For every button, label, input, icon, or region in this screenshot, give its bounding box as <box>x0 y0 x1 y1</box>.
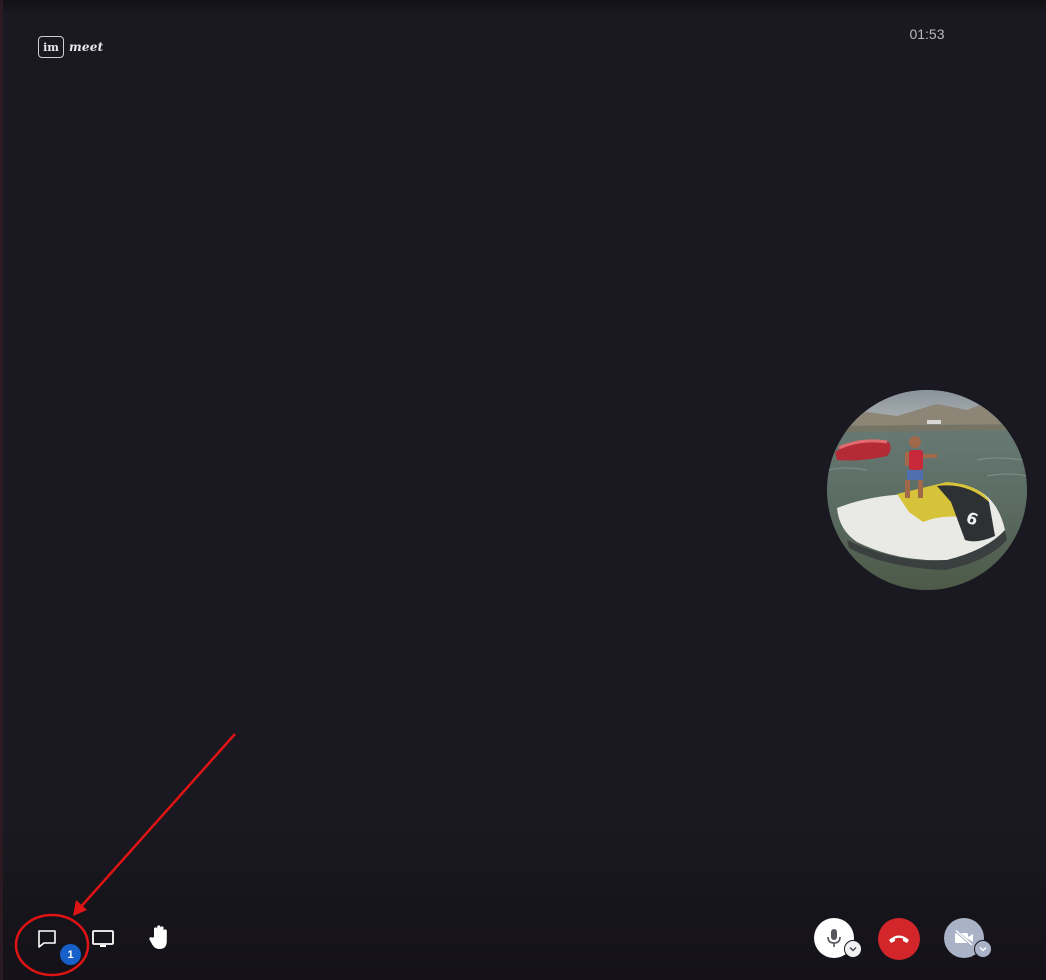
call-timer: 01:53 <box>909 26 945 42</box>
logo-mark: im <box>38 36 64 58</box>
unread-badge: 1 <box>60 944 81 965</box>
monitor-icon <box>92 930 114 947</box>
chat-bubble-icon <box>38 930 56 948</box>
hangup-button[interactable] <box>878 918 920 960</box>
video-off-icon <box>954 928 974 948</box>
meeting-stage: im meet 01:53 6 1 <box>0 0 1046 980</box>
chevron-down-icon <box>979 947 987 952</box>
annotation-arrow-line <box>77 733 236 911</box>
avatar-photo: 6 <box>827 390 1027 590</box>
phone-hangup-icon <box>889 935 909 943</box>
logo-suffix: meet <box>69 40 104 54</box>
mic-options-button[interactable] <box>844 940 862 958</box>
raise-hand-button[interactable] <box>143 920 177 956</box>
chat-button[interactable] <box>30 922 64 956</box>
microphone-icon <box>827 929 841 947</box>
share-screen-button[interactable] <box>86 922 120 956</box>
logo-prefix: im <box>43 40 59 54</box>
hand-icon <box>149 925 167 949</box>
annotation-arrowhead <box>73 900 87 916</box>
app-logo: im meet <box>38 34 104 60</box>
camera-options-button[interactable] <box>974 940 992 958</box>
participant-avatar[interactable]: 6 <box>827 390 1027 590</box>
chevron-down-icon <box>849 947 857 952</box>
window-edge <box>0 0 3 980</box>
